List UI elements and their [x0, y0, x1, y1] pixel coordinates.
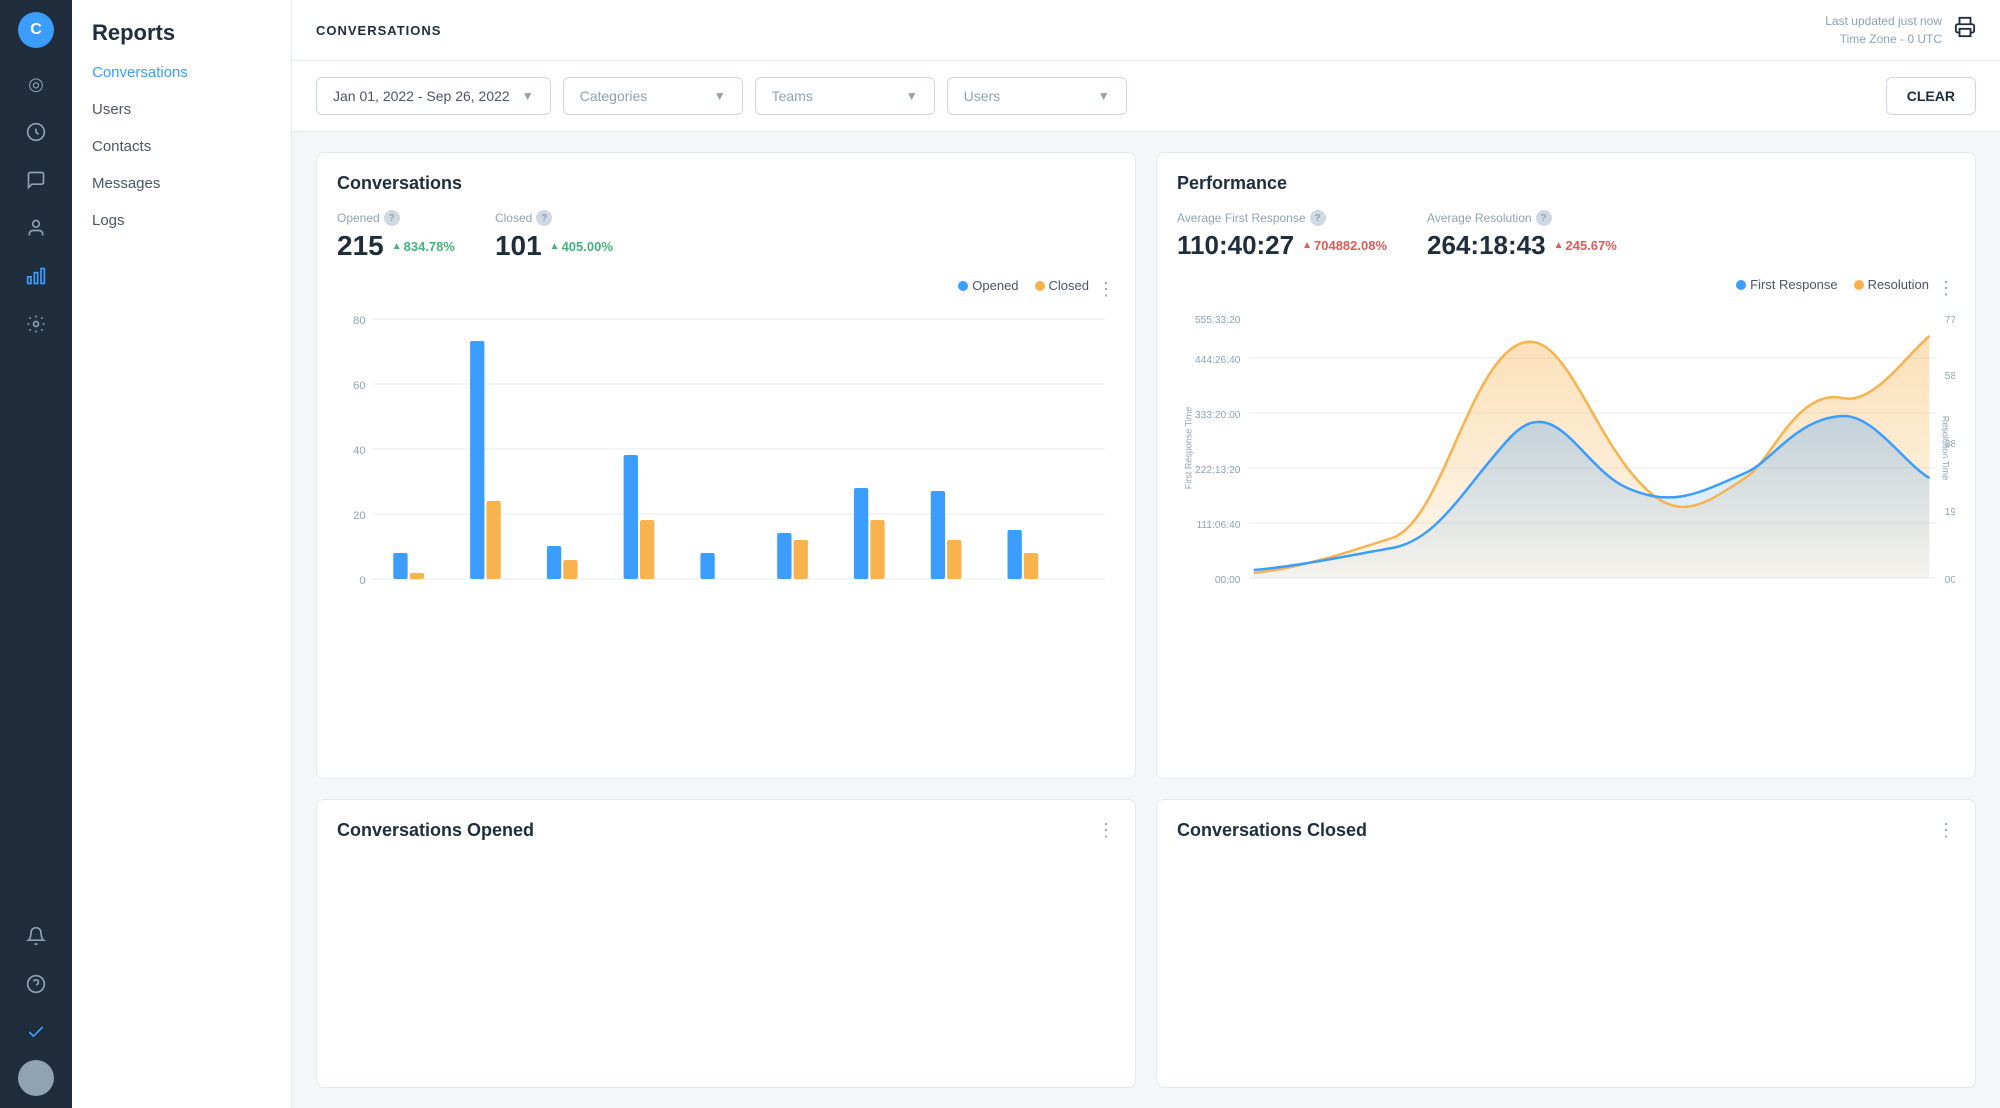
conversations-card-title: Conversations — [337, 173, 1115, 194]
perf-chart-legend: First Response Resolution — [1736, 277, 1929, 292]
svg-text:777:46:40: 777:46:40 — [1945, 315, 1955, 326]
print-icon[interactable] — [1954, 16, 1976, 44]
main-header: CONVERSATIONS Last updated just now Time… — [292, 0, 2000, 61]
svg-text:111:06:40: 111:06:40 — [1196, 520, 1240, 531]
opened-change: 834.78% — [392, 239, 455, 254]
clear-button[interactable]: CLEAR — [1886, 77, 1976, 115]
svg-text:First Response Time: First Response Time — [1183, 407, 1193, 489]
contacts-icon[interactable] — [16, 208, 56, 248]
svg-text:555:33:20: 555:33:20 — [1195, 315, 1241, 326]
svg-text:583:20:00: 583:20:00 — [1945, 371, 1955, 382]
performance-card: Performance Average First Response ? 110… — [1156, 152, 1976, 779]
inbox-icon[interactable] — [16, 112, 56, 152]
conversations-card: Conversations Opened ? 215 834.78% Close… — [316, 152, 1136, 779]
svg-text:Jan: Jan — [1250, 587, 1268, 588]
dashboard-icon[interactable]: ◎ — [16, 64, 56, 104]
legend-closed: Closed — [1035, 278, 1089, 293]
opened-stat: Opened ? 215 834.78% — [337, 210, 455, 262]
closed-card-menu-icon[interactable]: ⋮ — [1937, 820, 1955, 841]
opened-info-icon[interactable]: ? — [384, 210, 400, 226]
svg-text:Sep: Sep — [1855, 587, 1875, 588]
svg-text:222:13:20: 222:13:20 — [1195, 465, 1241, 476]
svg-text:Apr: Apr — [1480, 587, 1498, 588]
svg-text:40: 40 — [353, 445, 366, 457]
user-avatar[interactable] — [18, 1060, 54, 1096]
settings-icon[interactable] — [16, 304, 56, 344]
help-icon[interactable] — [16, 964, 56, 1004]
users-filter[interactable]: Users ▼ — [947, 77, 1127, 115]
nav-item-messages[interactable]: Messages — [72, 165, 291, 202]
svg-text:60: 60 — [353, 380, 366, 392]
resolution-change: 245.67% — [1554, 238, 1617, 253]
svg-text:Feb: Feb — [1326, 587, 1345, 588]
closed-info-icon[interactable]: ? — [536, 210, 552, 226]
categories-filter[interactable]: Categories ▼ — [563, 77, 743, 115]
reports-icon[interactable] — [16, 256, 56, 296]
teams-filter[interactable]: Teams ▼ — [755, 77, 935, 115]
svg-text:Resolution Time: Resolution Time — [1941, 416, 1951, 480]
page-title: CONVERSATIONS — [316, 23, 441, 38]
last-updated: Last updated just now Time Zone - 0 UTC — [1825, 12, 1942, 48]
nav-item-conversations[interactable]: Conversations — [72, 54, 291, 91]
svg-text:Jun: Jun — [1629, 587, 1647, 588]
filters-bar: Jan 01, 2022 - Sep 26, 2022 ▼ Categories… — [292, 61, 2000, 132]
closed-stat: Closed ? 101 405.00% — [495, 210, 613, 262]
svg-text:00:00: 00:00 — [1215, 575, 1241, 586]
sidebar-avatar[interactable]: C — [18, 12, 54, 48]
legend-opened: Opened — [958, 278, 1018, 293]
nav-item-logs[interactable]: Logs — [72, 202, 291, 239]
sidebar: C ◎ — [0, 0, 72, 1108]
sidebar-bottom — [16, 916, 56, 1096]
conversations-opened-title: Conversations Opened — [337, 820, 534, 841]
svg-text:333:20:00: 333:20:00 — [1195, 410, 1241, 421]
nav-item-users[interactable]: Users — [72, 91, 291, 128]
legend-resolution: Resolution — [1854, 277, 1929, 292]
conversations-closed-title: Conversations Closed — [1177, 820, 1367, 841]
resolution-stat: Average Resolution ? 264:18:43 245.67% — [1427, 210, 1617, 261]
first-response-change: 704882.08% — [1302, 238, 1387, 253]
notification-icon[interactable] — [16, 916, 56, 956]
chat-icon[interactable] — [16, 160, 56, 200]
conversations-chart: 0 20 40 60 80 — [337, 309, 1115, 589]
reports-nav-title: Reports — [72, 20, 291, 54]
resolution-info-icon[interactable]: ? — [1536, 210, 1552, 226]
main-content: CONVERSATIONS Last updated just now Time… — [292, 0, 2000, 1108]
conversations-stats: Opened ? 215 834.78% Closed ? 101 — [337, 210, 1115, 262]
performance-chart: 00:00 111:06:40 222:13:20 333:20:00 444:… — [1177, 308, 1955, 588]
chevron-down-icon: ▼ — [906, 89, 918, 103]
chevron-down-icon: ▼ — [714, 89, 726, 103]
svg-text:Aug: Aug — [1781, 587, 1801, 588]
content-grid: Conversations Opened ? 215 834.78% Close… — [292, 132, 2000, 1108]
opened-card-menu-icon[interactable]: ⋮ — [1097, 820, 1115, 841]
performance-card-title: Performance — [1177, 173, 1955, 194]
perf-chart-menu-icon[interactable]: ⋮ — [1937, 278, 1955, 299]
performance-stats: Average First Response ? 110:40:27 70488… — [1177, 210, 1955, 261]
header-right: Last updated just now Time Zone - 0 UTC — [1825, 12, 1976, 48]
conversations-opened-card: Conversations Opened ⋮ — [316, 799, 1136, 1088]
left-nav: Reports Conversations Users Contacts Mes… — [72, 0, 292, 1108]
svg-text:Jul: Jul — [1707, 587, 1721, 588]
svg-text:20: 20 — [353, 510, 366, 522]
chevron-down-icon: ▼ — [522, 89, 534, 103]
svg-text:0: 0 — [359, 575, 365, 587]
chart-legend: Opened Closed — [958, 278, 1089, 293]
svg-text:May: May — [1550, 587, 1572, 588]
first-response-stat: Average First Response ? 110:40:27 70488… — [1177, 210, 1387, 261]
date-range-filter[interactable]: Jan 01, 2022 - Sep 26, 2022 ▼ — [316, 77, 551, 115]
first-response-info-icon[interactable]: ? — [1310, 210, 1326, 226]
svg-text:80: 80 — [353, 315, 366, 327]
conversations-closed-card: Conversations Closed ⋮ — [1156, 799, 1976, 1088]
checkmark-icon[interactable] — [16, 1012, 56, 1052]
svg-text:Mar: Mar — [1403, 587, 1423, 588]
chevron-down-icon: ▼ — [1098, 89, 1110, 103]
svg-text:194:26:40: 194:26:40 — [1945, 507, 1955, 518]
legend-first-response: First Response — [1736, 277, 1837, 292]
svg-text:444:26:40: 444:26:40 — [1195, 355, 1241, 366]
nav-item-contacts[interactable]: Contacts — [72, 128, 291, 165]
svg-text:00:00: 00:00 — [1945, 575, 1955, 586]
closed-change: 405.00% — [550, 239, 613, 254]
chart-menu-icon[interactable]: ⋮ — [1097, 279, 1115, 300]
